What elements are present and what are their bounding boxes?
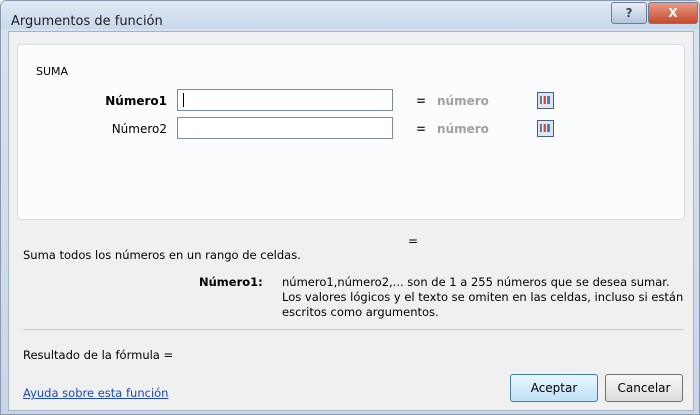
range-selector-icon[interactable]: [537, 120, 554, 137]
function-arguments-group: SUMA Número1 = número Número2 = número: [17, 44, 685, 220]
ok-button[interactable]: Aceptar: [510, 374, 598, 402]
argument-row-numero1: Número1 = número: [18, 89, 678, 113]
function-description: Suma todos los números en un rango de ce…: [23, 248, 301, 262]
help-button[interactable]: ?: [611, 2, 647, 24]
argument-label: Número2: [111, 122, 167, 136]
numero2-input[interactable]: [177, 117, 554, 139]
function-help-link[interactable]: Ayuda sobre esta función: [23, 386, 168, 400]
divider: [23, 329, 683, 330]
title-bar: Argumentos de función ? X: [1, 1, 699, 29]
argument-result: número: [437, 122, 489, 136]
dialog-body: SUMA Número1 = número Número2 = número =…: [8, 31, 694, 411]
close-button[interactable]: X: [648, 2, 698, 24]
equals-sign: =: [416, 94, 427, 108]
argument-help-name: Número1:: [199, 275, 263, 289]
numero1-input[interactable]: [177, 89, 554, 111]
formula-equals: =: [408, 234, 419, 248]
cancel-button[interactable]: Cancelar: [605, 374, 683, 402]
argument-label: Número1: [105, 94, 167, 108]
function-arguments-dialog: Argumentos de función ? X SUMA Número1 =…: [0, 0, 700, 415]
formula-result-label: Resultado de la fórmula =: [23, 348, 174, 362]
window-title: Argumentos de función: [11, 14, 163, 29]
equals-sign: =: [416, 122, 427, 136]
argument-row-numero2: Número2 = número: [18, 117, 678, 141]
text-caret: [183, 93, 184, 107]
argument-result: número: [437, 94, 489, 108]
argument-help-text: número1,número2,... son de 1 a 255 númer…: [282, 275, 684, 319]
function-name-label: SUMA: [36, 65, 69, 78]
range-selector-icon[interactable]: [537, 92, 554, 109]
